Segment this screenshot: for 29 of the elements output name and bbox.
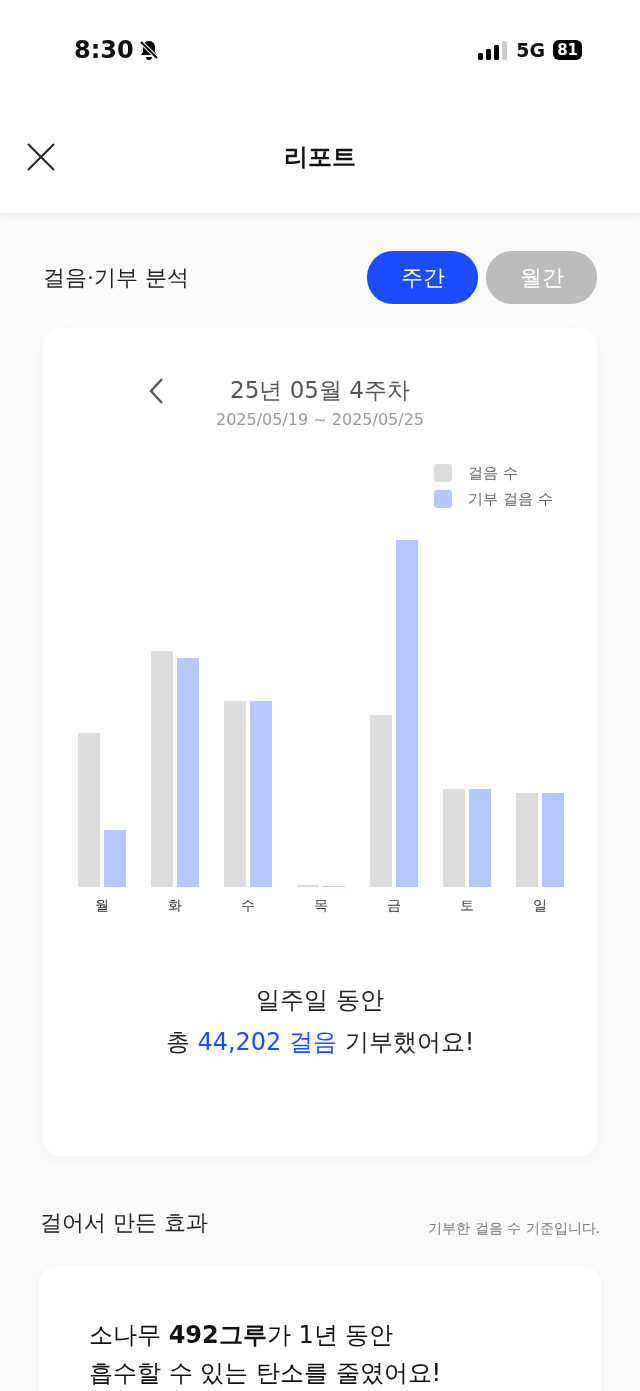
section-title: 걸음·기부 분석 — [43, 264, 189, 292]
week-title: 25년 05월 4주차 — [230, 376, 410, 405]
bell-muted-icon — [137, 39, 160, 61]
legend-label: 걸음 수 — [468, 462, 518, 484]
close-button[interactable] — [26, 142, 56, 172]
section-title: 걸어서 만든 효과 — [40, 1209, 208, 1237]
summary-total: 총 44,202 걸음 기부했어요! — [164, 1026, 476, 1058]
effect-text: 흡수할 수 있는 탄소를 줄였어요! — [89, 1358, 443, 1389]
legend-label: 기부 걸음 수 — [468, 489, 553, 510]
step-bar — [297, 884, 319, 887]
donated-step-bar — [104, 829, 126, 887]
page-title: 리포트 — [284, 141, 356, 173]
basis-note: 기부한 걸음 수 기준입니다. — [428, 1219, 600, 1238]
summary-title: 일주일 동안 — [255, 984, 385, 1016]
signal-icon — [478, 40, 509, 60]
day-label: 일 — [533, 895, 547, 915]
effect-text: 소나무 492그루가 1년 동안 — [89, 1320, 395, 1351]
period-tab[interactable]: 주간 — [367, 251, 478, 304]
day-label: 목 — [314, 895, 328, 915]
status-time: 8:30 — [74, 35, 134, 66]
date-range: 2025/05/19 ~ 2025/05/25 — [215, 408, 425, 431]
battery-level: 81 — [553, 40, 582, 60]
day-label: 화 — [168, 895, 182, 915]
day-label: 토 — [460, 895, 474, 915]
day-label: 수 — [241, 895, 255, 915]
network-label: 5G — [516, 37, 546, 63]
back-button[interactable] — [148, 377, 164, 405]
day-label: 월 — [95, 895, 109, 915]
day-label: 금 — [387, 895, 401, 915]
